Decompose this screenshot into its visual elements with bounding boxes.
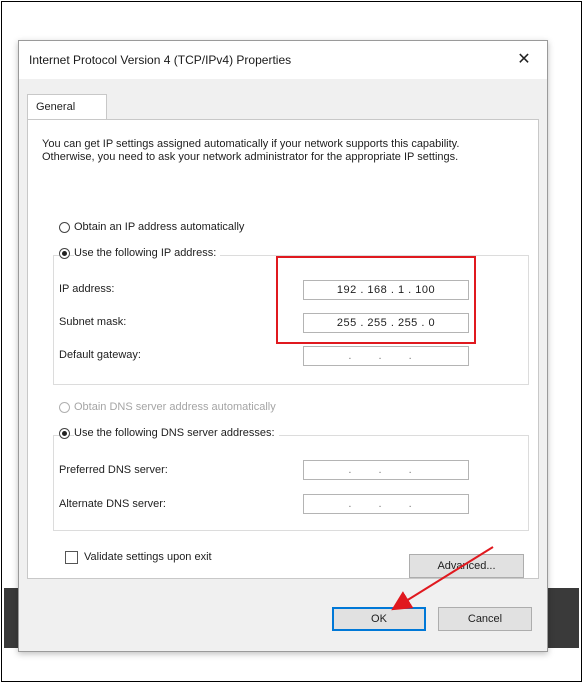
- use-following-ip-label[interactable]: Use the following IP address:: [74, 247, 221, 259]
- validate-label[interactable]: Validate settings upon exit: [84, 551, 212, 563]
- title-bar: Internet Protocol Version 4 (TCP/IPv4) P…: [19, 41, 547, 79]
- preferred-dns-label: Preferred DNS server:: [59, 464, 168, 476]
- use-following-ip-radio[interactable]: [59, 248, 70, 259]
- annotation-highlight-box: [276, 256, 476, 344]
- default-gateway-label: Default gateway:: [59, 349, 141, 361]
- default-gateway-value: . . .: [348, 350, 424, 362]
- use-following-dns-label[interactable]: Use the following DNS server addresses:: [74, 427, 279, 439]
- tab-general[interactable]: General: [27, 94, 107, 120]
- info-text: You can get IP settings assigned automat…: [42, 138, 460, 163]
- ok-button[interactable]: OK: [332, 607, 426, 631]
- subnet-mask-label: Subnet mask:: [59, 316, 127, 328]
- ipv4-properties-dialog: Internet Protocol Version 4 (TCP/IPv4) P…: [18, 40, 548, 652]
- default-gateway-field[interactable]: . . .: [303, 346, 469, 366]
- alternate-dns-label: Alternate DNS server:: [59, 498, 166, 510]
- close-icon[interactable]: ✕: [513, 49, 535, 71]
- preferred-dns-value: . . .: [348, 464, 424, 476]
- window-title: Internet Protocol Version 4 (TCP/IPv4) P…: [29, 53, 292, 67]
- obtain-dns-auto-label: Obtain DNS server address automatically: [74, 401, 276, 413]
- obtain-ip-auto-label[interactable]: Obtain an IP address automatically: [74, 221, 244, 233]
- tab-general-label: General: [36, 101, 76, 113]
- alternate-dns-value: . . .: [348, 498, 424, 510]
- advanced-button[interactable]: Advanced...: [409, 554, 524, 578]
- obtain-dns-auto-radio: [59, 402, 70, 413]
- validate-checkbox[interactable]: [65, 551, 78, 564]
- general-panel: You can get IP settings assigned automat…: [27, 119, 539, 579]
- alternate-dns-field[interactable]: . . .: [303, 494, 469, 514]
- cancel-button[interactable]: Cancel: [438, 607, 532, 631]
- preferred-dns-field[interactable]: . . .: [303, 460, 469, 480]
- ip-address-label: IP address:: [59, 283, 115, 295]
- use-following-dns-radio[interactable]: [59, 428, 70, 439]
- dns-group-box: [53, 435, 529, 531]
- obtain-ip-auto-radio[interactable]: [59, 222, 70, 233]
